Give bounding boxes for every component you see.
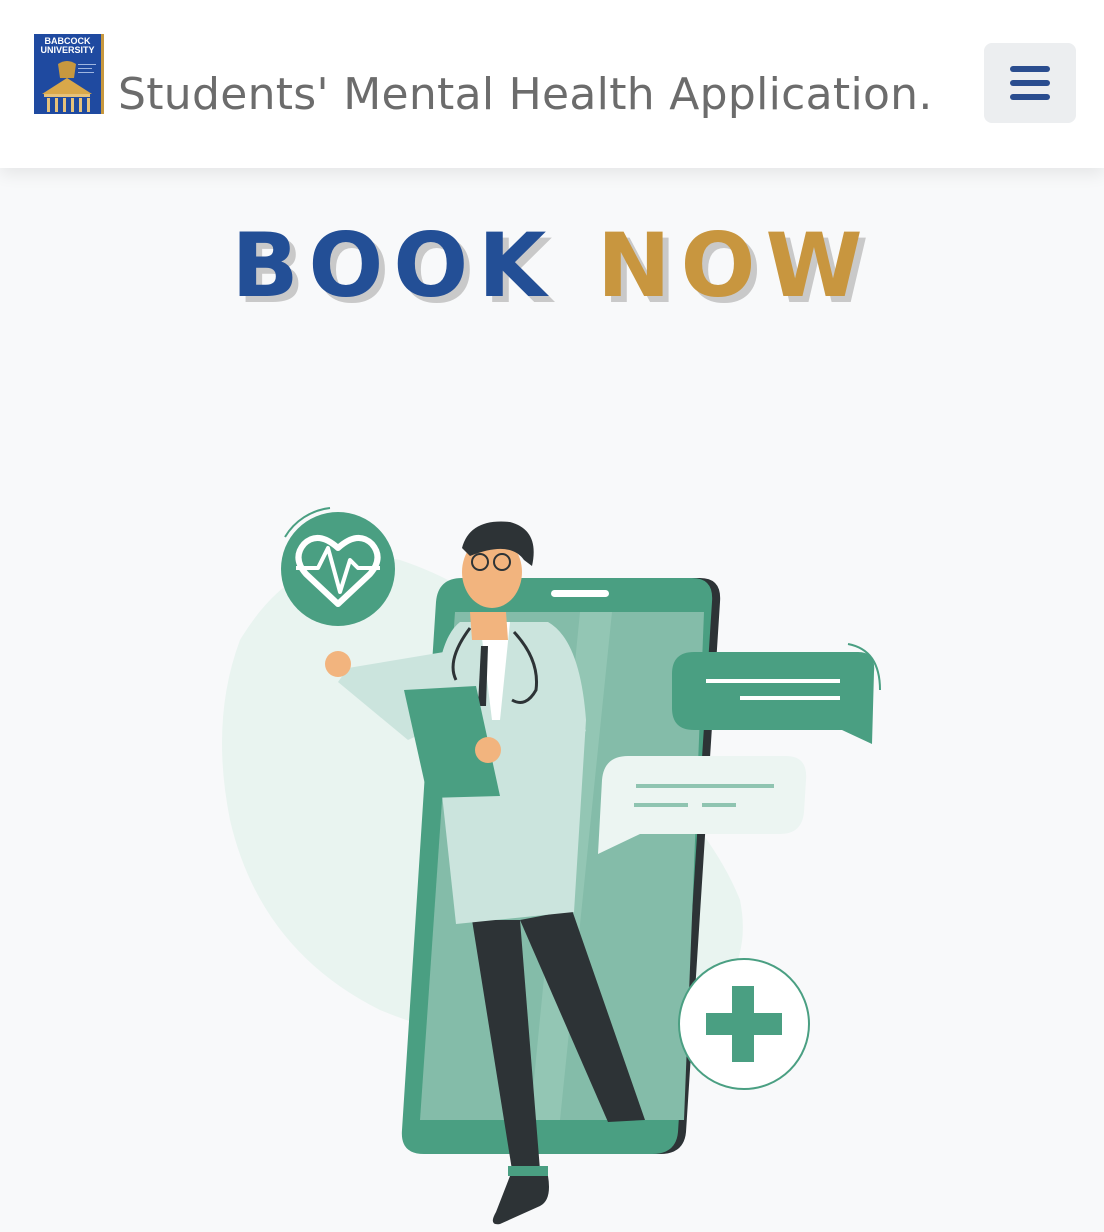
heart-pulse-icon	[281, 507, 395, 626]
hamburger-menu-icon	[1010, 66, 1050, 100]
babcock-logo: BABCOCK UNIVERSITY	[34, 34, 104, 114]
doctor-illustration	[222, 507, 881, 1225]
app-title: Students' Mental Health Application.	[118, 69, 933, 120]
plus-icon	[678, 958, 810, 1090]
book-now-heading: BOOK NOW	[0, 214, 1104, 317]
navbar: BABCOCK UNIVERSITY Students' Mental Heal…	[0, 0, 1104, 168]
heading-word-book: BOOK	[231, 214, 557, 317]
logo-building-icon	[42, 61, 96, 112]
heading-word-now: NOW	[597, 214, 873, 317]
chat-bubble-icon	[672, 643, 881, 744]
menu-toggle-button[interactable]	[984, 43, 1076, 123]
brand-link[interactable]: BABCOCK UNIVERSITY Students' Mental Heal…	[34, 34, 933, 120]
